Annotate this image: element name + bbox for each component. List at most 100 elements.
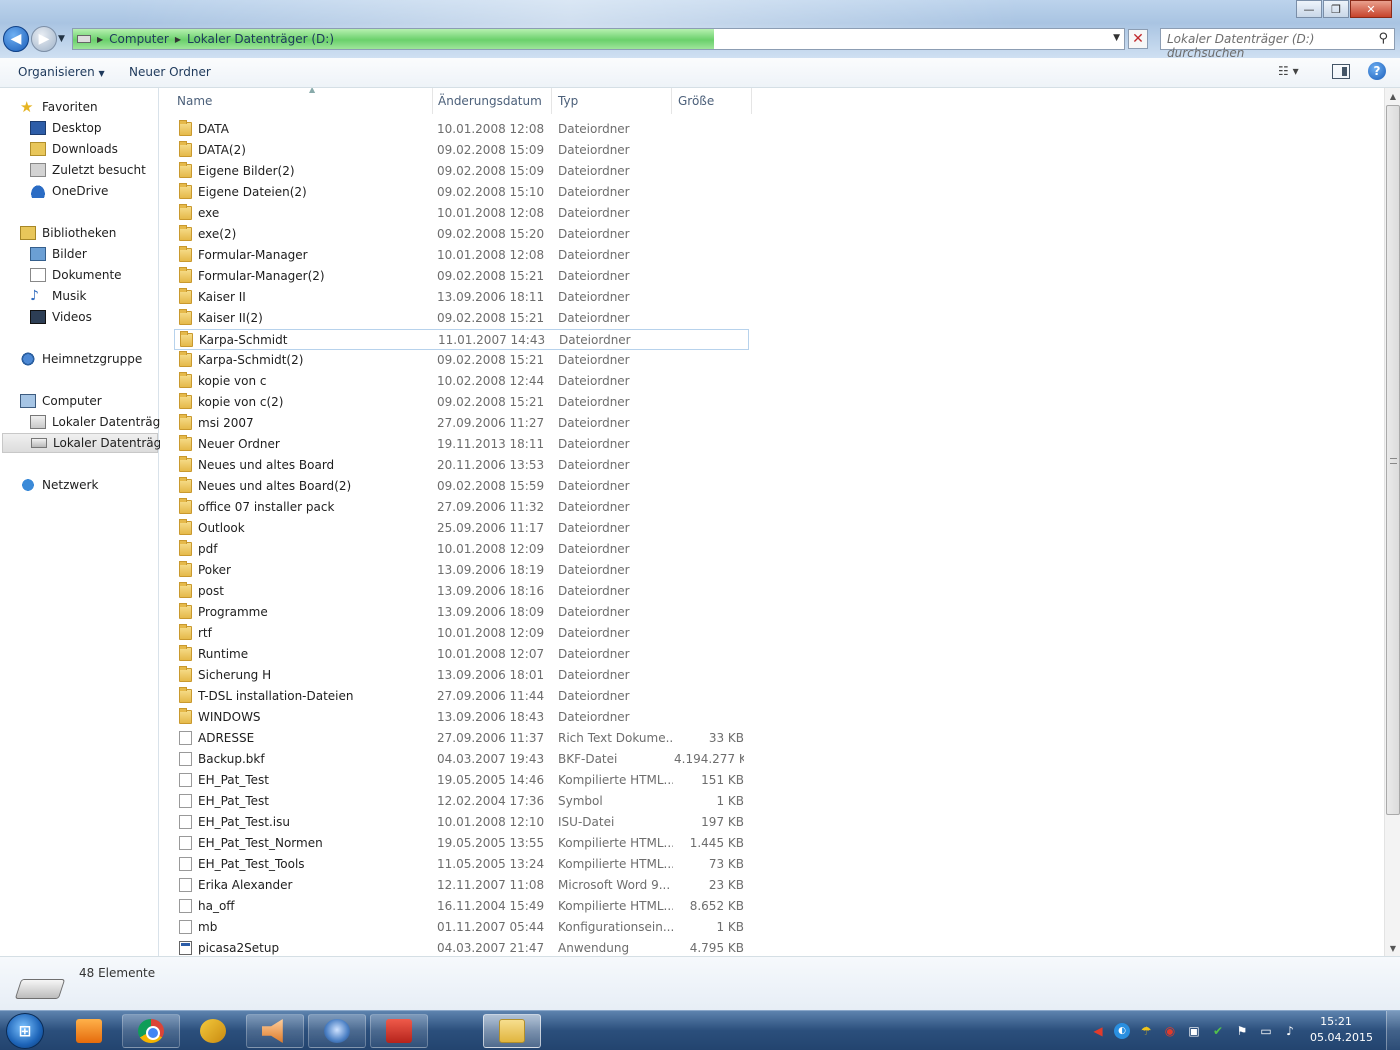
tray-flag-icon[interactable]: ⚑ [1234,1023,1250,1039]
folder-row[interactable]: kopie von c(2) 09.02.2008 15:21 Dateiordne… [174,392,749,413]
new-folder-button[interactable]: Neuer Ordner [129,65,211,79]
nav-item-pictures[interactable]: Bilder [30,244,87,264]
close-button[interactable]: ✕ [1350,0,1392,18]
folder-row[interactable]: rtf 10.01.2008 12:09 Dateiordner [174,623,749,644]
file-row[interactable]: Erika Alexander 12.11.2007 11:08 Microsoft… [174,875,749,896]
column-header-size[interactable]: Größe [672,88,752,114]
folder-row[interactable]: Neues und altes Board 20.11.2006 13:53 Dat… [174,455,749,476]
scroll-thumb[interactable] [1386,105,1400,815]
crumb-separator-icon[interactable]: ▶ [97,35,103,44]
folder-row[interactable]: DATA 10.01.2008 12:08 Dateiordner [174,119,749,140]
preview-pane-button[interactable] [1332,64,1350,79]
address-dropdown-icon[interactable]: ▼ [1113,33,1120,43]
organize-button[interactable]: Organisieren ▼ [18,65,105,79]
vertical-scrollbar[interactable]: ▲ ▼ [1384,88,1400,956]
folder-row[interactable]: Eigene Dateien(2) 09.02.2008 15:10 Dateior… [174,182,749,203]
scroll-down-icon[interactable]: ▼ [1385,940,1400,956]
start-button[interactable]: ⊞ [6,1013,44,1049]
folder-row[interactable]: Sicherung H 13.09.2006 18:01 Dateiordner [174,665,749,686]
nav-item-music[interactable]: ♪ Musik [30,286,87,306]
file-row[interactable]: EH_Pat_Test 19.05.2005 14:46 Kompilierte H… [174,770,749,791]
nav-item-downloads[interactable]: Downloads [30,139,118,159]
folder-row[interactable]: Karpa-Schmidt(2) 09.02.2008 15:21 Dateiord… [174,350,749,371]
tray-update-icon[interactable]: ▣ [1186,1023,1202,1039]
taskbar-sound[interactable] [246,1014,304,1048]
nav-item-videos[interactable]: Videos [30,307,92,327]
column-header-name[interactable]: ▲ Name [171,88,433,114]
folder-row[interactable]: Poker 13.09.2006 18:19 Dateiordner [174,560,749,581]
folder-row[interactable]: msi 2007 27.09.2006 11:27 Dateiordner [174,413,749,434]
folder-row[interactable]: kopie von c 10.02.2008 12:44 Dateiordner [174,371,749,392]
folder-row[interactable]: Kaiser II 13.09.2006 18:11 Dateiordner [174,287,749,308]
folder-row[interactable]: Neuer Ordner 19.11.2013 18:11 Dateiordner [174,434,749,455]
nav-item-recent[interactable]: Zuletzt besucht [30,160,146,180]
tray-umbrella-icon[interactable]: ☂ [1138,1023,1154,1039]
folder-row[interactable]: Runtime 10.01.2008 12:07 Dateiordner [174,644,749,665]
tray-network-icon[interactable]: ▭ [1258,1023,1274,1039]
change-view-button[interactable]: ☷ ▾ [1278,64,1299,78]
tray-security-icon[interactable]: ✔ [1210,1023,1226,1039]
nav-item-onedrive[interactable]: OneDrive [30,181,108,201]
file-row[interactable]: ha_off 16.11.2004 15:49 Kompilierte HTML..… [174,896,749,917]
folder-row[interactable]: Formular-Manager 10.01.2008 12:08 Dateiord… [174,245,749,266]
taskbar-explorer[interactable] [483,1014,541,1048]
stop-loading-button[interactable]: ✕ [1128,29,1148,49]
folder-row[interactable]: office 07 installer pack 27.09.2006 11:32… [174,497,749,518]
breadcrumb-computer[interactable]: Computer [109,32,169,46]
search-input[interactable]: Lokaler Datenträger (D:) durchsuchen ⚲ [1160,28,1395,60]
scroll-up-icon[interactable]: ▲ [1385,88,1400,104]
taskbar-media-player[interactable] [60,1014,118,1048]
tray-antivirus-icon[interactable]: ◉ [1162,1023,1178,1039]
folder-row[interactable]: Neues und altes Board(2) 09.02.2008 15:59… [174,476,749,497]
file-row[interactable]: mb 01.11.2007 05:44 Konfigurationsein... 1 … [174,917,749,938]
folder-row[interactable]: Formular-Manager(2) 09.02.2008 15:21 Datei… [174,266,749,287]
back-button[interactable]: ◀ [3,26,29,52]
address-bar[interactable]: ▶ Computer ▶ Lokaler Datenträger (D:) ▼ [72,28,1125,50]
clock[interactable]: 15:21 05.04.2015 [1310,1014,1373,1046]
tray-volume-icon[interactable]: ♪ [1282,1023,1298,1039]
file-row[interactable]: EH_Pat_Test.isu 10.01.2008 12:10 ISU-Datei… [174,812,749,833]
file-row[interactable]: picasa2Setup 04.03.2007 21:47 Anwendung 4.7… [174,938,749,956]
search-icon[interactable]: ⚲ [1378,31,1388,46]
file-row[interactable]: EH_Pat_Test_Tools 11.05.2005 13:24 Kompili… [174,854,749,875]
folder-row[interactable]: Programme 13.09.2006 18:09 Dateiordner [174,602,749,623]
breadcrumb-drive[interactable]: Lokaler Datenträger (D:) [187,32,334,46]
show-desktop-button[interactable] [1386,1011,1400,1050]
minimize-button[interactable]: — [1296,0,1322,18]
file-row[interactable]: Backup.bkf 04.03.2007 19:43 BKF-Datei 4.194… [174,749,749,770]
folder-row[interactable]: DATA(2) 09.02.2008 15:09 Dateiordner [174,140,749,161]
folder-row[interactable]: Karpa-Schmidt 11.01.2007 14:43 Dateiordner [174,329,749,350]
help-button[interactable]: ? [1368,62,1386,80]
taskbar-toolbox[interactable] [370,1014,428,1048]
nav-item-desktop[interactable]: Desktop [30,118,102,138]
taskbar-tools[interactable] [184,1014,242,1048]
nav-homegroup[interactable]: Heimnetzgruppe [20,349,142,369]
folder-row[interactable]: pdf 10.01.2008 12:09 Dateiordner [174,539,749,560]
forward-button[interactable]: ▶ [31,26,57,52]
folder-row[interactable]: WINDOWS 13.09.2006 18:43 Dateiordner [174,707,749,728]
taskbar-thunderbird[interactable] [308,1014,366,1048]
column-header-date[interactable]: Änderungsdatum [432,88,552,114]
tray-moon-icon[interactable]: ◐ [1114,1023,1130,1039]
folder-row[interactable]: exe(2) 09.02.2008 15:20 Dateiordner [174,224,749,245]
folder-row[interactable]: post 13.09.2006 18:16 Dateiordner [174,581,749,602]
folder-row[interactable]: Outlook 25.09.2006 11:17 Dateiordner [174,518,749,539]
folder-row[interactable]: T-DSL installation-Dateien 27.09.2006 11:… [174,686,749,707]
nav-network[interactable]: Netzwerk [20,475,98,495]
crumb-separator-icon[interactable]: ▶ [175,35,181,44]
folder-row[interactable]: Eigene Bilder(2) 09.02.2008 15:09 Dateiord… [174,161,749,182]
nav-item-drive-c[interactable]: Lokaler Datenträger [30,412,173,432]
tray-arrow-icon[interactable]: ◀ [1090,1023,1106,1039]
folder-row[interactable]: exe 10.01.2008 12:08 Dateiordner [174,203,749,224]
file-row[interactable]: EH_Pat_Test_Normen 19.05.2005 13:55 Kompil… [174,833,749,854]
nav-item-drive-d[interactable]: Lokaler Datenträger [2,433,174,453]
nav-favorites[interactable]: ★ Favoriten [20,97,98,117]
column-header-type[interactable]: Typ [552,88,672,114]
taskbar-chrome[interactable] [122,1014,180,1048]
file-row[interactable]: EH_Pat_Test 12.02.2004 17:36 Symbol 1 KB [174,791,749,812]
folder-row[interactable]: Kaiser II(2) 09.02.2008 15:21 Dateiordner [174,308,749,329]
nav-computer[interactable]: Computer [20,391,102,411]
nav-libraries[interactable]: Bibliotheken [20,223,116,243]
recent-pages-dropdown[interactable]: ▼ [58,34,65,44]
nav-item-documents[interactable]: Dokumente [30,265,122,285]
